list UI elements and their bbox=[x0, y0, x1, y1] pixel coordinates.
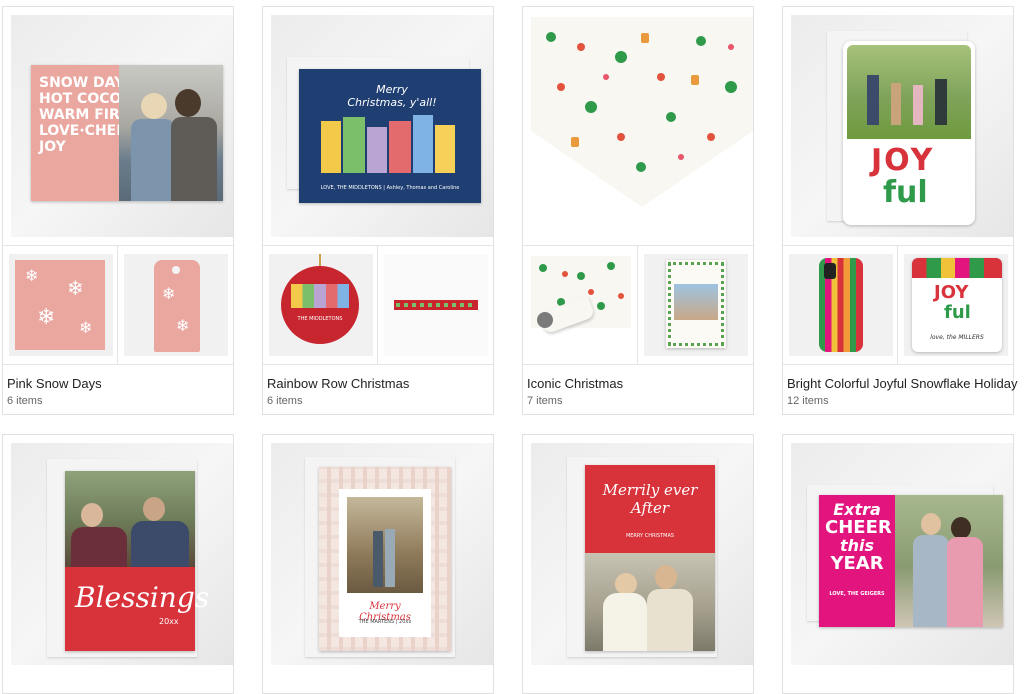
collection-item-count: 6 items bbox=[7, 395, 43, 407]
snowflake-icon: ❄ bbox=[162, 286, 176, 303]
ornament-thumb[interactable]: THE MIDDLETONS bbox=[263, 246, 378, 364]
collection-title[interactable]: Pink Snow Days bbox=[7, 376, 102, 391]
collection-item-count: 6 items bbox=[267, 395, 303, 407]
collection-card-pink-snow-days[interactable]: SNOW DAYS HOT COCOA WARM FIRES LOVE·CHEE… bbox=[2, 6, 234, 415]
collection-hero-image[interactable] bbox=[523, 7, 753, 246]
collection-item-count: 12 items bbox=[787, 395, 829, 407]
collection-item-count: 7 items bbox=[527, 395, 563, 407]
collection-card-bright-colorful-joyful[interactable]: JOY ful JOY ful love, the MILLERS Bright… bbox=[782, 6, 1018, 415]
collection-hero-image[interactable]: Blessings 20xx bbox=[3, 435, 233, 673]
collection-hero-image[interactable]: Merrily ever After MERRY CHRISTMAS bbox=[523, 435, 753, 673]
phone-case-thumb[interactable] bbox=[783, 246, 898, 364]
wrapping-paper-thumb[interactable]: ❄ ❄ ❄ ❄ bbox=[3, 246, 118, 364]
collection-hero-image[interactable]: JOY ful bbox=[783, 7, 1013, 246]
collection-hero-image[interactable]: Extra CHEER this YEAR LOVE, THE GEIGERS bbox=[783, 435, 1013, 673]
collection-hero-image[interactable]: SNOW DAYS HOT COCOA WARM FIRES LOVE·CHEE… bbox=[3, 7, 233, 246]
collection-title[interactable]: Iconic Christmas bbox=[527, 376, 623, 391]
holiday-card-preview: Merry Christmas, y'all! LOVE, THE MIDDLE… bbox=[299, 69, 481, 203]
holiday-card-preview: Extra CHEER this YEAR LOVE, THE GEIGERS bbox=[819, 495, 1003, 627]
collection-card-merrily-ever-after[interactable]: Merrily ever After MERRY CHRISTMAS bbox=[522, 434, 754, 694]
holiday-card-preview: JOY ful bbox=[843, 41, 975, 225]
snowflake-icon: ❄ bbox=[25, 268, 39, 285]
collection-card-extra-cheer[interactable]: Extra CHEER this YEAR LOVE, THE GEIGERS bbox=[782, 434, 1014, 694]
collection-card-blessings[interactable]: Blessings 20xx bbox=[2, 434, 234, 694]
snowflake-icon: ❄ bbox=[176, 318, 190, 335]
collection-hero-image[interactable]: Merry Christmas THE MARTENS | 20xx bbox=[263, 435, 493, 673]
holiday-card-preview: Merry Christmas THE MARTENS | 20xx bbox=[319, 467, 451, 651]
photo-card-thumb[interactable] bbox=[638, 246, 753, 364]
snowflake-icon: ❄ bbox=[79, 320, 93, 337]
snowflake-icon: ❄ bbox=[37, 304, 56, 329]
couple-photo bbox=[347, 497, 423, 593]
square-card-thumb[interactable]: JOY ful love, the MILLERS bbox=[898, 246, 1013, 364]
couple-photo bbox=[119, 65, 223, 201]
family-photo bbox=[65, 471, 195, 567]
gift-tag-thumb[interactable]: ❄ ❄ bbox=[118, 246, 233, 364]
ribbon-thumb[interactable] bbox=[378, 246, 493, 364]
holiday-card-preview: SNOW DAYS HOT COCOA WARM FIRES LOVE·CHEE… bbox=[31, 65, 223, 201]
collection-card-merry-christmas-plaid[interactable]: Merry Christmas THE MARTENS | 20xx bbox=[262, 434, 494, 694]
couple-photo bbox=[895, 495, 1003, 627]
collection-card-rainbow-row-christmas[interactable]: Merry Christmas, y'all! LOVE, THE MIDDLE… bbox=[262, 6, 494, 415]
wrapping-paper-roll-thumb[interactable] bbox=[523, 246, 638, 364]
collection-hero-image[interactable]: Merry Christmas, y'all! LOVE, THE MIDDLE… bbox=[263, 7, 493, 246]
rainbow-houses-illustration bbox=[313, 115, 463, 173]
collection-title[interactable]: Bright Colorful Joyful Snowflake Holiday bbox=[787, 376, 1018, 391]
collection-card-iconic-christmas[interactable]: Iconic Christmas 7 items bbox=[522, 6, 754, 415]
holiday-card-preview: Blessings 20xx bbox=[65, 471, 209, 651]
snowflake-icon: ❄ bbox=[67, 278, 84, 300]
holiday-card-preview: Merrily ever After MERRY CHRISTMAS bbox=[585, 465, 715, 651]
family-photo bbox=[847, 45, 971, 139]
wedding-photo bbox=[585, 553, 715, 651]
collection-title[interactable]: Rainbow Row Christmas bbox=[267, 376, 409, 391]
